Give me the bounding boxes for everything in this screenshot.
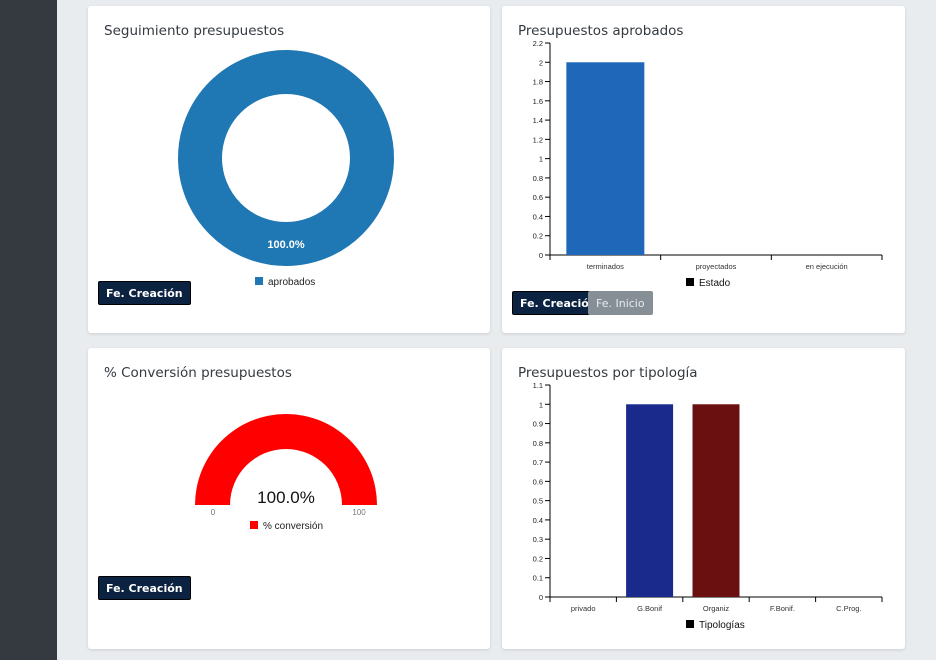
legend-swatch [250,521,258,529]
x-tick-label: F.Bonif. [770,604,795,613]
card-conversion: % Conversión presupuestos 100.0% 0 100 %… [88,348,490,649]
legend-label: % conversión [263,521,323,532]
legend-swatch [686,278,694,286]
y-tick-label: 0.1 [533,574,543,583]
x-tick-label: G.Bonif [637,604,663,613]
card-seguimiento: Seguimiento presupuestos 100.0% aprobado… [88,6,490,333]
bar-chart-aprobados: 0 0.2 0.4 0.6 0.8 1 1.2 1.4 1.6 1.8 2 2.2 terminados… [533,39,883,289]
y-tick-label: 0.6 [533,193,543,202]
legend-swatch [255,277,263,285]
x-tick-label: terminados [587,262,624,271]
y-tick-label: 1.8 [533,78,543,87]
x-tick-label: Organiz [703,604,730,613]
fe-inicio-button[interactable]: Fe. Inicio [588,291,653,315]
y-tick-label: 0.9 [533,420,543,429]
legend-label: Tipologías [699,620,745,631]
card-tipologia: Presupuestos por tipología 0 0.1 0.2 0.3 0.4… [502,348,905,649]
y-tick-label: 0 [539,593,543,602]
x-tick-label: C.Prog. [836,604,861,613]
y-tick-label: 0.8 [533,174,543,183]
slice-label: 100.0% [267,239,305,251]
y-tick-label: 1.1 [533,381,543,390]
y-tick-label: 2 [539,58,543,67]
legend-swatch [686,620,694,628]
legend-label: aprobados [268,277,315,288]
bar-organiz[interactable] [692,404,740,597]
gauge-chart: 100.0% 0 100 % conversión [195,414,377,532]
y-tick-label: 1.2 [533,135,543,144]
y-tick-label: 0.2 [533,554,543,563]
y-tick-label: 1 [539,400,543,409]
donut-slice-aprobados[interactable] [178,50,394,266]
x-tick-label: proyectados [696,262,737,271]
y-tick-label: 0.4 [533,212,543,221]
y-tick-label: 0.5 [533,497,543,506]
fe-creacion-button[interactable]: Fe. Creación [98,281,191,305]
bar-chart-tipologia: 0 0.1 0.2 0.3 0.4 0.5 0.6 0.7 0.8 0.9 1 1.1 privado G… [533,381,883,631]
legend-label: Estado [699,278,731,289]
sidebar [0,0,57,660]
fe-creacion-button[interactable]: Fe. Creación [98,576,191,600]
y-tick-label: 0.6 [533,477,543,486]
gauge-max-label: 100 [352,508,366,517]
x-tick-label: privado [571,604,596,613]
donut-chart: 100.0% aprobados [178,50,394,288]
y-tick-label: 1 [539,155,543,164]
y-tick-label: 0.2 [533,232,543,241]
y-tick-label: 0.7 [533,458,543,467]
y-tick-label: 0.4 [533,516,543,525]
y-tick-label: 1.4 [533,116,543,125]
y-tick-label: 0.8 [533,439,543,448]
y-tick-label: 0.3 [533,535,543,544]
y-tick-label: 0 [539,251,543,260]
y-tick-label: 1.6 [533,97,543,106]
y-tick-label: 2.2 [533,39,543,48]
x-tick-label: en ejecución [806,262,848,271]
gauge-value: 100.0% [257,488,315,507]
bar-terminados[interactable] [566,62,645,255]
card-aprobados: Presupuestos aprobados 0 0.2 0.4 0.6 0.8 1 1.2… [502,6,905,333]
gauge-min-label: 0 [211,508,216,517]
bar-g-bonif[interactable] [626,404,674,597]
